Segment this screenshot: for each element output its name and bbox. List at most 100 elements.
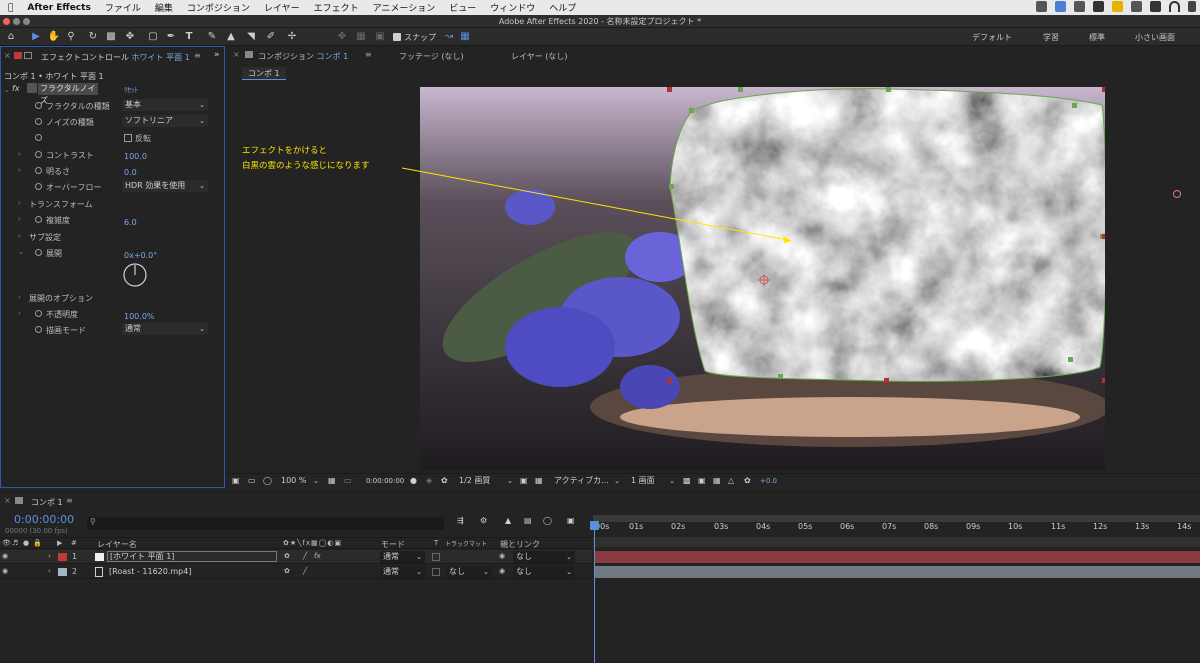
timeline-tab[interactable]: コンポ 1 <box>31 497 63 508</box>
label-tag-icon[interactable]: ▶ <box>57 539 62 547</box>
preserve-transparency-checkbox[interactable] <box>432 568 440 576</box>
parent-header[interactable]: 親とリンク <box>500 539 540 550</box>
monitor-icon[interactable]: ▭ <box>248 476 256 485</box>
menu-view[interactable]: ビュー <box>442 1 483 14</box>
table-row[interactable]: ◉ › 2 [Roast - 11620.mp4] ✿ ╱ 通常 ⌄ なし ⌄ ◉ … <box>0 565 592 579</box>
flowchart-icon[interactable]: △ <box>728 476 734 485</box>
region-of-interest-icon[interactable]: ▣ <box>520 476 528 485</box>
menu-animation[interactable]: アニメーション <box>366 1 443 14</box>
tray-dropbox-icon[interactable] <box>1093 1 1104 12</box>
tray-cc-icon[interactable] <box>1150 1 1161 12</box>
eye-icon[interactable]: 👁 <box>2 539 11 547</box>
current-time[interactable]: 0:00:00:00 <box>366 477 404 485</box>
blend-mode-select[interactable]: 通常 ⌄ <box>122 323 208 335</box>
brush-tool-icon[interactable]: ✎ <box>205 30 219 44</box>
transparency-grid-icon[interactable]: ▦ <box>535 476 543 485</box>
playhead-handle[interactable] <box>590 521 599 530</box>
layer-mode-select[interactable]: 通常 ⌄ <box>380 551 425 563</box>
audio-icon[interactable]: ♬ <box>12 539 18 547</box>
tray-note-icon[interactable] <box>1112 1 1123 12</box>
stopwatch-icon[interactable] <box>35 102 42 109</box>
roto-brush-tool-icon[interactable]: ✐ <box>264 30 278 44</box>
menu-layer[interactable]: レイヤー <box>257 1 307 14</box>
show-snapshot-icon[interactable]: ◈ <box>426 476 432 485</box>
zoom-select[interactable]: 100 % ⌄ <box>278 475 322 487</box>
track-matte-select[interactable]: なし ⌄ <box>446 566 492 578</box>
preserve-transparency-checkbox[interactable] <box>432 553 440 561</box>
tray-file-icon[interactable] <box>1055 1 1066 12</box>
visibility-eye-icon[interactable]: ◉ <box>2 567 8 575</box>
stopwatch-icon[interactable] <box>35 151 42 158</box>
evolution-expand-toggle[interactable]: ⌄ <box>18 248 24 256</box>
menu-window[interactable]: ウィンドウ <box>483 1 542 14</box>
table-row[interactable]: ◉ › 1 [ホワイト 平面 1] ✿ ╱ fx 通常 ⌄ ◉ なし ⌄ <box>0 550 592 564</box>
snap-features-icon[interactable]: ▦ <box>458 30 472 44</box>
snapshot-camera-icon[interactable]: ● <box>410 476 417 485</box>
contrast-expand-toggle[interactable]: › <box>18 150 21 158</box>
workspace-standard[interactable]: 標準 <box>1089 32 1105 43</box>
local-axis-icon[interactable]: ✥ <box>335 30 349 44</box>
layer-expand-toggle[interactable]: › <box>48 552 51 560</box>
stopwatch-icon[interactable] <box>35 167 42 174</box>
sub-settings-label[interactable]: サブ設定 <box>29 232 61 243</box>
stopwatch-icon[interactable] <box>35 183 42 190</box>
complexity-value[interactable]: 6.0 <box>124 218 137 227</box>
stopwatch-icon[interactable] <box>35 326 42 333</box>
draft-3d-icon[interactable]: ⚙ <box>480 516 487 525</box>
fx-switch-icon[interactable]: fx <box>314 552 321 560</box>
type-tool-icon[interactable]: T <box>182 30 196 44</box>
stopwatch-icon[interactable] <box>35 249 42 256</box>
noise-type-select[interactable]: ソフトリニア ⌄ <box>122 115 208 127</box>
motion-blur-icon[interactable]: ◯ <box>543 516 552 525</box>
selection-tool-icon[interactable]: ▶ <box>29 30 43 44</box>
expand-panels-icon[interactable]: » <box>214 50 220 60</box>
layer-mode-select[interactable]: 通常 ⌄ <box>380 566 425 578</box>
hand-tool-icon[interactable]: ✋ <box>47 30 61 44</box>
pick-whip-icon[interactable]: ◉ <box>499 567 505 575</box>
tray-app-icon[interactable] <box>1036 1 1047 12</box>
work-area-bar[interactable] <box>593 515 1200 522</box>
effect-reset-link[interactable]: ﾘｾｯﾄ <box>124 85 138 95</box>
bluetooth-icon[interactable] <box>1188 1 1196 12</box>
snap-edges-icon[interactable]: ↝ <box>442 30 456 44</box>
layer-label-color[interactable] <box>58 568 67 576</box>
close-panel-icon[interactable]: × <box>233 50 240 59</box>
panel-menu-icon[interactable]: ≡ <box>194 51 201 60</box>
composition-tab[interactable]: コンポジション コンポ 1 <box>258 51 348 62</box>
vr-glasses-icon[interactable]: ◯ <box>263 476 272 485</box>
composition-mini-flowchart-icon[interactable]: ⇶ <box>457 516 464 525</box>
visibility-eye-icon[interactable]: ◉ <box>2 552 8 560</box>
playhead-line[interactable] <box>594 522 595 663</box>
layer-duration-bar[interactable] <box>595 566 1200 578</box>
trkmat-header[interactable]: トラックマット <box>445 539 487 548</box>
color-channels-icon[interactable]: ✿ <box>441 476 448 485</box>
stopwatch-icon[interactable] <box>35 310 42 317</box>
shy-switch-icon[interactable]: ✿ <box>284 552 290 560</box>
close-panel-icon[interactable]: × <box>4 496 11 505</box>
opacity-expand-toggle[interactable]: › <box>18 309 21 317</box>
contrast-value[interactable]: 100.0 <box>124 152 147 161</box>
sub-settings-expand-toggle[interactable]: › <box>18 232 21 240</box>
menu-effect[interactable]: エフェクト <box>307 1 366 14</box>
opacity-value[interactable]: 100.0% <box>124 312 155 321</box>
graph-editor-icon[interactable]: ▣ <box>567 516 575 525</box>
tray-display-icon[interactable] <box>1131 1 1142 12</box>
layer-duration-bar[interactable] <box>595 551 1200 563</box>
layer-parent-select[interactable]: なし ⌄ <box>513 566 575 578</box>
pixel-aspect-icon[interactable]: ▩ <box>683 476 691 485</box>
workspace-learn[interactable]: 学習 <box>1043 32 1059 43</box>
solo-icon[interactable]: ● <box>23 539 29 547</box>
composition-viewer[interactable] <box>420 87 1105 470</box>
menu-file[interactable]: ファイル <box>98 1 148 14</box>
layer-tab[interactable]: レイヤー (なし) <box>511 51 568 62</box>
pan-behind-tool-icon[interactable]: ✥ <box>123 30 137 44</box>
evolution-angle-dial[interactable] <box>122 262 148 288</box>
wifi-icon[interactable] <box>1169 1 1180 12</box>
rectangle-tool-icon[interactable]: ▢ <box>146 30 160 44</box>
camera-tool-icon[interactable]: ▩ <box>104 30 118 44</box>
workspace-default[interactable]: デフォルト <box>972 32 1012 43</box>
comp-subtab[interactable]: コンポ 1 <box>242 67 286 80</box>
exposure-value[interactable]: +0.0 <box>760 477 777 485</box>
zoom-tool-icon[interactable]: ⚲ <box>64 30 78 44</box>
workspace-small-screen[interactable]: 小さい画面 <box>1135 32 1175 43</box>
